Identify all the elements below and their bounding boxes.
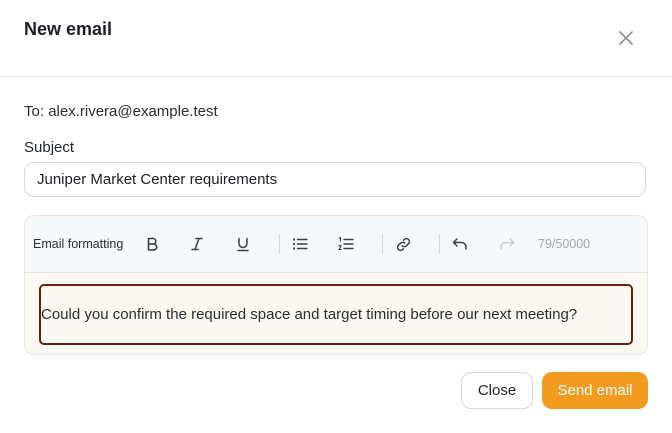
undo-icon[interactable] <box>448 232 472 256</box>
new-email-dialog: New email To: alex.rivera@example.test S… <box>0 0 672 433</box>
link-icon[interactable] <box>391 232 415 256</box>
underline-icon[interactable] <box>231 232 255 256</box>
subject-label: Subject <box>24 139 75 156</box>
editor-body-container: Could you confirm the required space and… <box>25 273 647 354</box>
bold-icon[interactable] <box>140 232 164 256</box>
subject-input[interactable] <box>24 162 646 197</box>
email-editor: Email formatting 79/50000 Could you conf… <box>24 215 648 355</box>
dialog-header: New email <box>0 0 672 77</box>
formatting-label: Email formatting <box>33 237 124 251</box>
character-count: 79/50000 <box>538 237 591 251</box>
toolbar-divider <box>439 234 440 254</box>
formatting-toolbar: Email formatting 79/50000 <box>25 216 647 273</box>
email-body-text: Could you confirm the required space and… <box>41 306 578 323</box>
numbered-list-icon[interactable] <box>334 232 358 256</box>
italic-icon[interactable] <box>185 232 209 256</box>
close-icon[interactable] <box>612 24 640 52</box>
bullet-list-icon[interactable] <box>288 232 312 256</box>
close-button[interactable]: Close <box>461 372 533 409</box>
email-body-input[interactable]: Could you confirm the required space and… <box>39 284 633 345</box>
recipient-prefix: To: <box>24 103 49 120</box>
send-email-button[interactable]: Send email <box>542 372 648 409</box>
recipient-email: alex.rivera@example.test <box>48 103 218 120</box>
redo-icon[interactable] <box>495 232 519 256</box>
toolbar-divider <box>382 234 383 254</box>
recipient-line: To: alex.rivera@example.test <box>24 103 218 120</box>
toolbar-divider <box>279 234 280 254</box>
dialog-title: New email <box>24 19 113 39</box>
